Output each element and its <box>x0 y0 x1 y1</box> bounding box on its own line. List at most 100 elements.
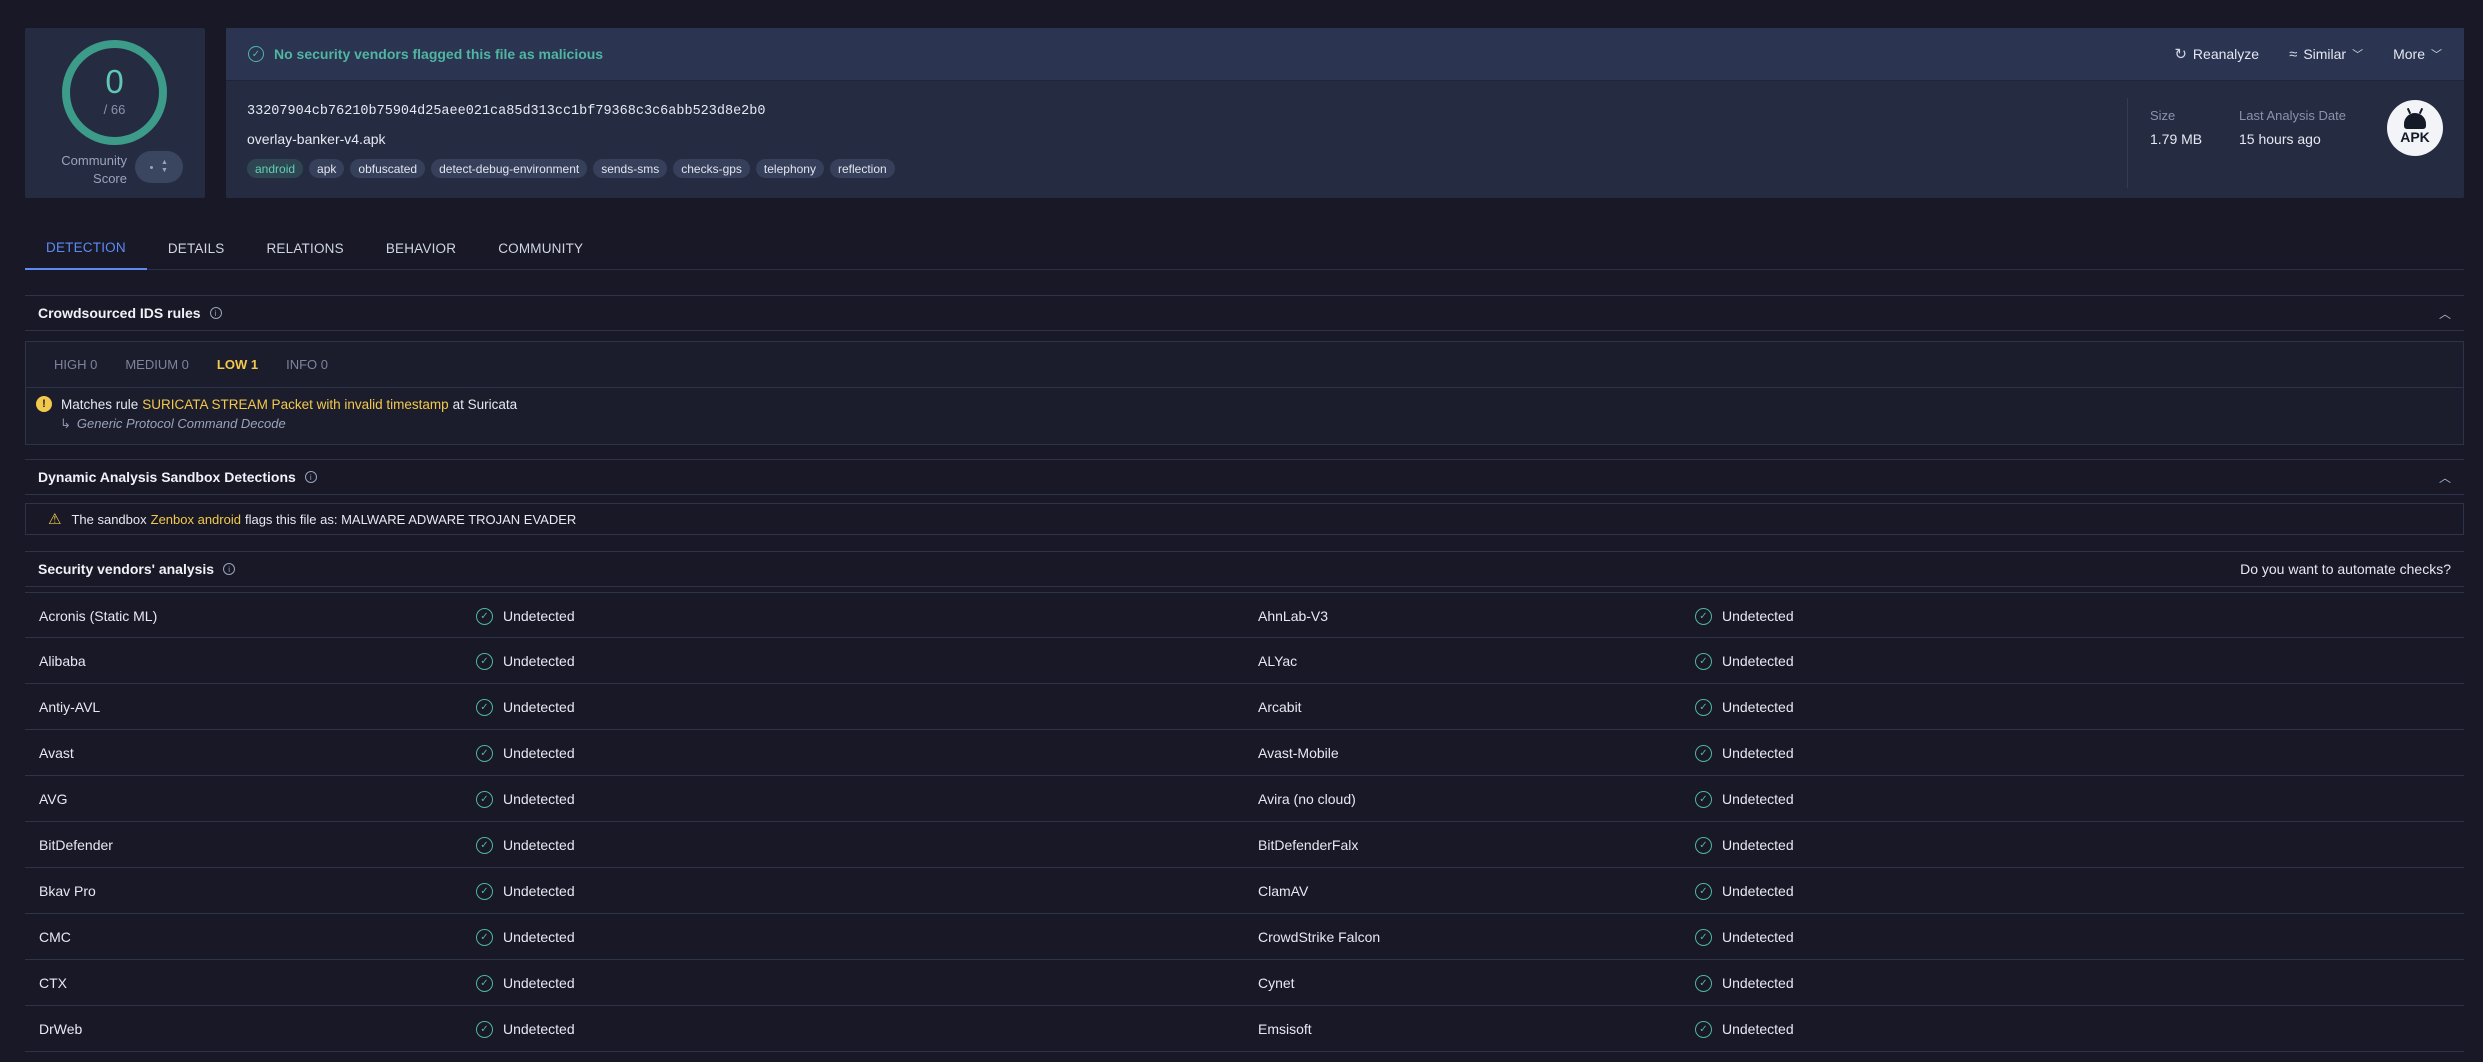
vendor-result-text: Undetected <box>1722 837 1794 853</box>
rule-name-link[interactable]: SURICATA STREAM Packet with invalid time… <box>142 397 448 412</box>
ids-rules-title: Crowdsourced IDS rules <box>38 305 201 321</box>
report-tabs: DETECTION DETAILS RELATIONS BEHAVIOR COM… <box>25 226 2464 270</box>
rule-prefix: Matches rule <box>61 396 139 412</box>
vendor-result-text: Undetected <box>503 608 575 624</box>
vendor-result: ✓ Undetected <box>476 684 575 730</box>
similar-icon: ≈ <box>2289 45 2298 63</box>
severity-info[interactable]: INFO 0 <box>286 357 328 372</box>
tab-behavior[interactable]: BEHAVIOR <box>365 226 477 270</box>
community-score-vote[interactable]: ▲ ▼ <box>135 151 183 183</box>
tag[interactable]: sends-sms <box>593 159 668 178</box>
vendor-result: ✓ Undetected <box>1695 776 1794 822</box>
file-hash[interactable]: 33207904cb76210b75904d25aee021ca85d313cc… <box>247 104 765 119</box>
rule-category: ↳ Generic Protocol Command Decode <box>60 416 2453 432</box>
refresh-icon: ↻ <box>2174 46 2187 63</box>
community-score-value <box>150 165 154 169</box>
more-button[interactable]: More ﹀ <box>2393 46 2442 62</box>
tab-details[interactable]: DETAILS <box>147 226 246 270</box>
vendor-result-text: Undetected <box>503 1021 575 1037</box>
vendor-name: Cynet <box>1258 975 1295 991</box>
vendor-name: Avast-Mobile <box>1258 745 1339 761</box>
chevron-up-icon[interactable]: ︿ <box>2439 305 2451 322</box>
check-circle-icon: ✓ <box>476 974 493 992</box>
vendor-result: ✓ Undetected <box>1695 1006 1794 1052</box>
check-circle-icon: ✓ <box>476 790 493 808</box>
tag[interactable]: obfuscated <box>350 159 426 178</box>
tag[interactable]: reflection <box>829 159 895 178</box>
community-score-label: Community Score <box>61 153 127 186</box>
vendor-result-text: Undetected <box>1722 745 1794 761</box>
vendor-result: ✓ Undetected <box>1695 868 1794 914</box>
vendor-name: AVG <box>39 791 68 807</box>
tag[interactable]: telephony <box>755 159 824 178</box>
tab-relations[interactable]: RELATIONS <box>245 226 364 270</box>
vendor-result: ✓ Undetected <box>476 868 575 914</box>
vendor-name: CrowdStrike Falcon <box>1258 929 1381 945</box>
vendor-name: BitDefender <box>39 837 113 853</box>
sandbox-verdict: flags this file as: MALWARE ADWARE TROJA… <box>244 511 577 527</box>
tab-detection[interactable]: DETECTION <box>25 226 147 270</box>
vendor-name: Bkav Pro <box>39 883 96 899</box>
table-row: Alibaba ✓ Undetected ALYac ✓ Undetected <box>25 638 2464 684</box>
vendor-result: ✓ Undetected <box>476 1006 575 1052</box>
check-circle-icon: ✓ <box>476 836 493 854</box>
sandbox-name-link[interactable]: Zenbox android <box>151 512 241 527</box>
warning-icon: ! <box>36 396 52 412</box>
severity-low[interactable]: LOW 1 <box>217 357 258 372</box>
vendor-result-text: Undetected <box>503 975 575 991</box>
vendor-result: ✓ Undetected <box>1695 684 1794 730</box>
info-icon[interactable]: i <box>209 307 222 319</box>
file-summary-card: ✓ No security vendors flagged this file … <box>226 28 2464 198</box>
vendor-result-text: Undetected <box>503 653 575 669</box>
check-circle-icon: ✓ <box>476 652 493 670</box>
score-card: 0 / 66 Community Score ▲ ▼ <box>25 28 205 198</box>
similar-button[interactable]: ≈ Similar ﹀ <box>2289 46 2363 63</box>
vendor-name: AhnLab-V3 <box>1258 608 1329 624</box>
vendor-result: ✓ Undetected <box>1695 638 1794 684</box>
info-icon[interactable]: i <box>304 471 317 483</box>
chevron-up-icon[interactable]: ︿ <box>2439 469 2451 486</box>
meta-divider <box>2127 98 2128 188</box>
table-row: CMC ✓ Undetected CrowdStrike Falcon ✓ Unde… <box>25 914 2464 960</box>
vote-arrows-icon[interactable]: ▲ ▼ <box>161 159 168 175</box>
reanalyze-label: Reanalyze <box>2192 46 2260 62</box>
check-circle-icon: ✓ <box>1695 974 1712 992</box>
vendor-name: Arcabit <box>1258 699 1302 715</box>
vendor-result: ✓ Undetected <box>476 730 575 776</box>
vendor-result-text: Undetected <box>1722 653 1794 669</box>
severity-medium[interactable]: MEDIUM 0 <box>125 357 189 372</box>
file-type-label: APK <box>2400 128 2430 145</box>
check-circle-icon: ✓ <box>1695 836 1712 854</box>
severity-high[interactable]: HIGH 0 <box>54 357 97 372</box>
tag[interactable]: detect-debug-environment <box>431 159 588 178</box>
check-circle-icon: ✓ <box>1695 744 1712 762</box>
sandbox-header: Dynamic Analysis Sandbox Detections i ︿ <box>25 459 2464 495</box>
detection-count: 0 <box>105 62 124 100</box>
vendor-result-text: Undetected <box>1722 791 1794 807</box>
more-label: More <box>2393 46 2425 62</box>
tag[interactable]: apk <box>309 159 345 178</box>
ids-rules-header: Crowdsourced IDS rules i ︿ <box>25 295 2464 331</box>
vendor-result-text: Undetected <box>1722 1021 1794 1037</box>
automate-checks-link[interactable]: Do you want to automate checks? <box>2240 561 2451 577</box>
tag[interactable]: android <box>247 159 304 178</box>
size-value: 1.79 MB <box>2150 131 2203 147</box>
table-row: Antiy-AVL ✓ Undetected Arcabit ✓ Undetecte… <box>25 684 2464 730</box>
table-row: BitDefender ✓ Undetected BitDefenderFalx … <box>25 822 2464 868</box>
sub-arrow-icon: ↳ <box>60 416 71 431</box>
severity-filters: HIGH 0 MEDIUM 0 LOW 1 INFO 0 <box>54 357 328 372</box>
ids-rule-line: ! Matches rule SURICATA STREAM Packet wi… <box>36 396 2453 412</box>
table-row: DrWeb ✓ Undetected Emsisoft ✓ Undetected <box>25 1006 2464 1052</box>
size-label: Size <box>2150 108 2176 123</box>
reanalyze-button[interactable]: ↻ Reanalyze <box>2174 45 2259 63</box>
vendor-name: Avira (no cloud) <box>1258 791 1356 807</box>
tab-community[interactable]: COMMUNITY <box>477 226 604 270</box>
vendor-name: Alibaba <box>39 653 86 669</box>
tag[interactable]: checks-gps <box>673 159 750 178</box>
info-icon[interactable]: i <box>223 563 236 575</box>
sandbox-title: Dynamic Analysis Sandbox Detections <box>38 469 296 485</box>
chevron-down-icon: ﹀ <box>2352 49 2364 61</box>
table-row: Avast ✓ Undetected Avast-Mobile ✓ Undetect… <box>25 730 2464 776</box>
android-icon <box>2404 112 2426 129</box>
vendor-result: ✓ Undetected <box>1695 914 1794 960</box>
